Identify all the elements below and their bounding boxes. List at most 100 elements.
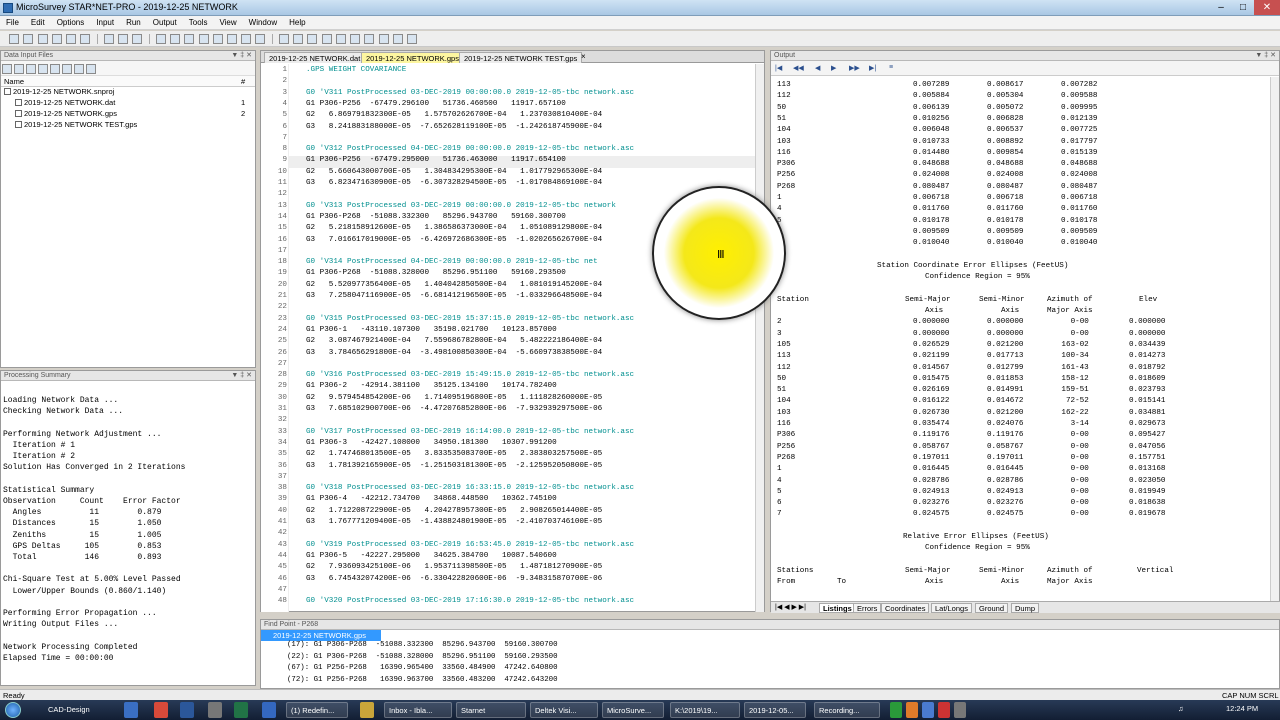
save-all-icon[interactable] — [66, 34, 77, 44]
tools-icon[interactable] — [392, 34, 403, 44]
find-result-row[interactable]: (67): G1 P256-P268 16390.965400 33560.48… — [261, 664, 1279, 676]
taskbar-item[interactable]: MicroSurve... — [602, 702, 664, 718]
editor-scrollbar[interactable] — [755, 64, 764, 612]
checkbox-icon[interactable] — [15, 99, 22, 106]
start-button-icon[interactable] — [5, 702, 21, 718]
code-line[interactable]: G2 9.579454854200E-06 1.714095196800E-05… — [306, 394, 602, 402]
undo-icon[interactable] — [198, 34, 209, 44]
previous-section-icon[interactable]: ◀◀ — [793, 64, 804, 72]
blunder-detect-icon[interactable] — [321, 34, 332, 44]
tray-app-icon[interactable] — [954, 702, 966, 718]
code-line[interactable]: G1 P306-4 -42212.734700 34868.448500 103… — [306, 495, 557, 503]
code-line[interactable]: G0 'V320 PostProcessed 03-DEC-2019 17:16… — [306, 597, 634, 605]
taskbar-item[interactable]: 2019-12-05... — [744, 702, 806, 718]
tray-app-icon[interactable] — [938, 702, 950, 718]
code-line[interactable]: G3 7.258047116900E-05 -6.681412196500E-0… — [306, 292, 602, 300]
tab-coordinates[interactable]: Coordinates — [881, 603, 930, 613]
code-line[interactable]: G2 5.660643000700E-05 1.304834295300E-04… — [306, 168, 602, 176]
plot-icon[interactable] — [350, 34, 361, 44]
code-line[interactable]: G1 P306-P268 -51088.328000 85296.951100 … — [306, 269, 566, 277]
redo-icon[interactable] — [212, 34, 223, 44]
checkbox-icon[interactable] — [4, 88, 11, 95]
taskbar-item[interactable]: Recording... — [814, 702, 880, 718]
find-result-row[interactable]: (17): G1 P306-P268 -51088.332300 85296.9… — [261, 641, 1279, 653]
clock[interactable]: 12:24 PM — [1226, 704, 1258, 713]
volume-icon[interactable]: ♫ — [1178, 704, 1184, 713]
tab-listings[interactable]: Listings — [819, 603, 856, 613]
menu-edit[interactable]: Edit — [25, 16, 51, 27]
code-line[interactable]: G1 P306-2 -42914.381100 35125.134100 101… — [306, 382, 557, 390]
code-line[interactable]: G3 7.016617019000E-05 -6.426972686300E-0… — [306, 236, 602, 244]
taskbar-item[interactable]: CAD-Design — [44, 702, 104, 718]
code-line[interactable]: G2 6.869791832300E-05 1.575702626700E-04… — [306, 111, 602, 119]
tray-app-icon[interactable] — [922, 702, 934, 718]
code-line[interactable]: G0 'V316 PostProcessed 03-DEC-2019 15:49… — [306, 371, 634, 379]
move-up-icon[interactable] — [62, 64, 72, 74]
format-icon[interactable]: ≡ — [889, 64, 898, 72]
chrome-icon[interactable] — [154, 702, 168, 718]
column-name[interactable]: Name — [4, 77, 24, 86]
code-line[interactable]: G3 1.767771209400E-05 -1.438824801900E-0… — [306, 518, 602, 526]
properties-icon[interactable] — [86, 64, 96, 74]
close-panel-icon[interactable]: ▼ ‡ ✕ — [1255, 51, 1276, 59]
menu-output[interactable]: Output — [147, 16, 183, 27]
taskbar-item[interactable]: Inbox - Ibla... — [384, 702, 452, 718]
code-line[interactable]: .GPS WEIGHT COVARIANCE — [306, 66, 406, 74]
bookmark-icon[interactable] — [241, 34, 252, 44]
file-row[interactable]: 2019-12-25 NETWORK TEST.gps — [1, 120, 255, 131]
checkbox-icon[interactable] — [15, 110, 22, 117]
code-line[interactable]: G2 5.218158912600E-05 1.386586373000E-04… — [306, 224, 602, 232]
code-line[interactable]: G2 3.087467921400E-04 7.559686782800E-04… — [306, 337, 602, 345]
preanalysis-icon[interactable] — [335, 34, 346, 44]
find-file-node[interactable]: 2019-12-25 NETWORK.gps — [261, 630, 381, 641]
maximize-button[interactable]: □ — [1232, 0, 1254, 15]
copy-icon[interactable] — [170, 34, 181, 44]
minimize-button[interactable]: – — [1210, 0, 1232, 15]
edit-file-icon[interactable] — [38, 64, 48, 74]
code-line[interactable]: G2 1.747468013500E-05 3.833535083700E-05… — [306, 450, 602, 458]
close-tab-icon[interactable]: × — [581, 52, 586, 61]
code-line[interactable]: G2 5.520977356400E-05 1.404042850500E-04… — [306, 281, 602, 289]
code-line[interactable]: G0 'V313 PostProcessed 03-DEC-2019 00:00… — [306, 202, 616, 210]
code-line[interactable]: G0 'V317 PostProcessed 03-DEC-2019 16:14… — [306, 428, 634, 436]
first-page-icon[interactable]: |◀ — [775, 64, 784, 72]
close-file-icon[interactable] — [80, 34, 91, 44]
excel-icon[interactable] — [234, 702, 248, 718]
save-icon[interactable] — [51, 34, 62, 44]
code-line[interactable]: G1 P306-P256 -67479.295000 51736.463000 … — [306, 156, 566, 164]
taskbar-item[interactable]: Deltek Visi... — [530, 702, 598, 718]
paste-icon[interactable] — [184, 34, 195, 44]
tab-network-gps[interactable]: 2019-12-25 NETWORK.gps — [361, 52, 464, 63]
code-line[interactable]: G2 7.936093425100E-06 1.953711398500E-05… — [306, 563, 602, 571]
tab-network-dat[interactable]: 2019-12-25 NETWORK.dat — [264, 52, 366, 63]
code-line[interactable]: G2 1.712208722900E-05 4.204278957300E-05… — [306, 507, 602, 515]
menu-tools[interactable]: Tools — [183, 16, 214, 27]
menu-window[interactable]: Window — [243, 16, 283, 27]
menu-file[interactable]: File — [0, 16, 25, 27]
word-icon[interactable] — [180, 702, 194, 718]
help-icon[interactable] — [132, 34, 143, 44]
menu-input[interactable]: Input — [90, 16, 120, 27]
code-line[interactable]: G3 3.784656291800E-04 -3.498100850300E-0… — [306, 349, 602, 357]
code-line[interactable]: G0 'V311 PostProcessed 03-DEC-2019 00:00… — [306, 89, 634, 97]
tab-network-test-gps[interactable]: 2019-12-25 NETWORK TEST.gps — [459, 52, 583, 63]
print-preview-icon[interactable] — [118, 34, 129, 44]
tab-scroll-icon[interactable]: |◀ ◀ ▶ ▶| — [775, 603, 806, 611]
tab-lat-longs[interactable]: Lat/Longs — [931, 603, 972, 613]
ie-icon[interactable] — [124, 702, 138, 718]
code-line[interactable]: G1 P306-1 -43110.107300 35198.021700 101… — [306, 326, 557, 334]
export-icon[interactable] — [378, 34, 389, 44]
code-area[interactable]: 1 .GPS WEIGHT COVARIANCE 2 3 G0 'V311 PostPr… — [261, 64, 756, 612]
goto-icon[interactable] — [255, 34, 266, 44]
code-line[interactable]: G3 6.745432074200E-06 -6.330422820600E-0… — [306, 575, 602, 583]
close-button[interactable]: ✕ — [1254, 0, 1280, 15]
find-icon[interactable] — [226, 34, 237, 44]
code-line[interactable]: G0 'V312 PostProcessed 04-DEC-2019 00:00… — [306, 145, 634, 153]
close-panel-icon[interactable]: ▼ ‡ ✕ — [231, 51, 252, 59]
menu-view[interactable]: View — [213, 16, 242, 27]
file-row[interactable]: 2019-12-25 NETWORK.dat 1 — [1, 98, 255, 109]
folder-icon[interactable] — [360, 702, 374, 718]
taskbar-item[interactable]: Starnet — [456, 702, 526, 718]
next-icon[interactable]: ▶ — [831, 64, 840, 72]
code-line[interactable]: G1 P306-P256 -67479.296100 51736.460500 … — [306, 100, 566, 108]
